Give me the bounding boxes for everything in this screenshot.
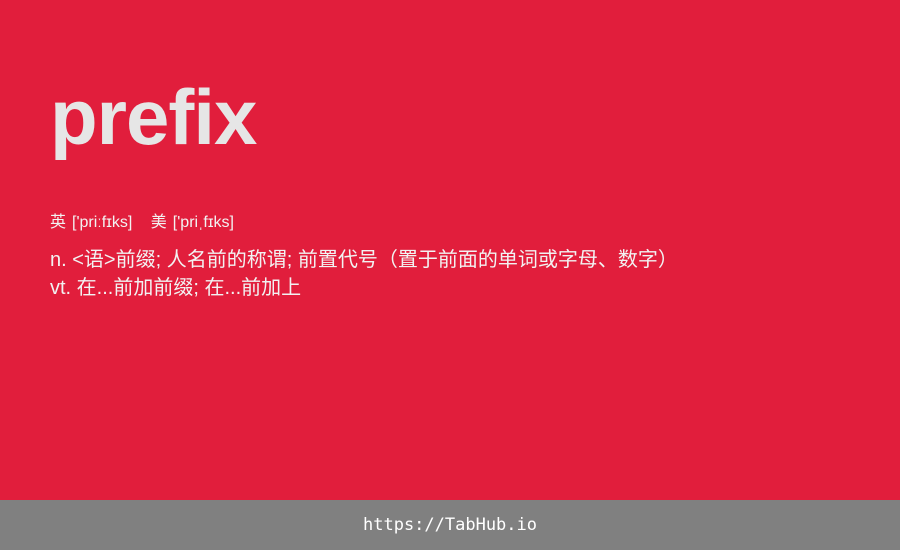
definition-noun: n. <语>前缀; 人名前的称谓; 前置代号（置于前面的单词或字母、数字） bbox=[50, 249, 678, 271]
phonetic-uk: 英 ['priːfɪks] bbox=[50, 214, 132, 231]
headword: prefix bbox=[50, 73, 257, 161]
phonetic-us: 美 ['priˌfɪks] bbox=[151, 214, 234, 231]
phonetic-uk-ipa: ['priːfɪks] bbox=[72, 214, 133, 231]
phonetic-us-ipa: ['priˌfɪks] bbox=[172, 214, 234, 231]
word-card: prefix 英 ['priːfɪks] 美 ['priˌfɪks] n. <语>前… bbox=[0, 0, 900, 500]
phonetics: 英 ['priːfɪks] 美 ['priˌfɪks] bbox=[50, 212, 248, 234]
phonetic-uk-lang: 英 bbox=[50, 214, 67, 231]
phonetic-us-lang: 美 bbox=[150, 214, 167, 231]
footer-bar: https://TabHub.io bbox=[0, 500, 900, 550]
definition-verb: vt. 在...前加前缀; 在...前加上 bbox=[50, 277, 302, 299]
footer-url-link[interactable]: https://TabHub.io bbox=[363, 515, 537, 535]
definitions: n. <语>前缀; 人名前的称谓; 前置代号（置于前面的单词或字母、数字） vt… bbox=[50, 246, 678, 302]
